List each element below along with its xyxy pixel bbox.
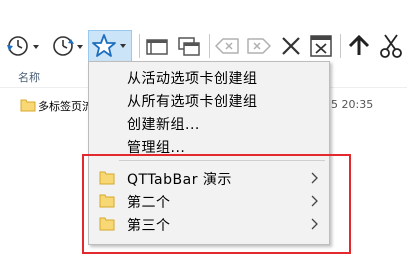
file-date: 5 20:35	[331, 98, 374, 111]
column-header-name[interactable]: 名称	[18, 69, 40, 85]
scissors-icon	[380, 34, 402, 58]
toolbar-separator	[340, 34, 341, 58]
close-tab-button[interactable]	[277, 30, 305, 62]
menu-item-label: 从活动选项卡创建组	[127, 71, 258, 87]
up-button[interactable]	[344, 30, 374, 62]
menu-item-create-new-group[interactable]: 创建新组...	[89, 112, 329, 134]
menu-item-label: 创建新组...	[127, 117, 200, 133]
clock-back-icon	[7, 36, 39, 56]
star-icon	[92, 34, 126, 57]
clone-tab-button[interactable]	[174, 30, 204, 62]
menu-item-create-from-active[interactable]: 从活动选项卡创建组	[89, 66, 329, 88]
forward-history-button[interactable]	[46, 30, 86, 62]
up-arrow-icon	[348, 34, 370, 55]
tab-icon	[146, 39, 168, 55]
close-left-button[interactable]	[212, 30, 242, 62]
close-icon	[282, 37, 300, 55]
file-name: 多标签页流	[38, 100, 93, 113]
clock-forward-icon	[53, 36, 83, 56]
close-window-icon	[310, 35, 332, 57]
highlight-box	[82, 154, 351, 254]
toolbar-separator	[139, 34, 140, 58]
qttabbar-toolbar	[0, 0, 407, 64]
erase-left-icon	[215, 38, 239, 54]
clone-window-icon	[178, 37, 200, 56]
toolbar-separator	[209, 34, 210, 58]
new-tab-button[interactable]	[142, 30, 172, 62]
erase-right-icon	[247, 38, 271, 54]
close-right-button[interactable]	[244, 30, 274, 62]
close-window-button[interactable]	[307, 30, 335, 62]
back-history-button[interactable]	[4, 30, 42, 62]
menu-item-label: 从所有选项卡创建组	[127, 94, 258, 110]
group-button[interactable]	[88, 30, 132, 62]
folder-icon	[20, 99, 36, 112]
cut-button[interactable]	[377, 30, 405, 62]
menu-item-create-from-all[interactable]: 从所有选项卡创建组	[89, 89, 329, 111]
explorer-window: 名称 多标签页流 5 20:35 从活动选项卡创建组 从所有选项卡创建组 创建新…	[0, 0, 407, 261]
